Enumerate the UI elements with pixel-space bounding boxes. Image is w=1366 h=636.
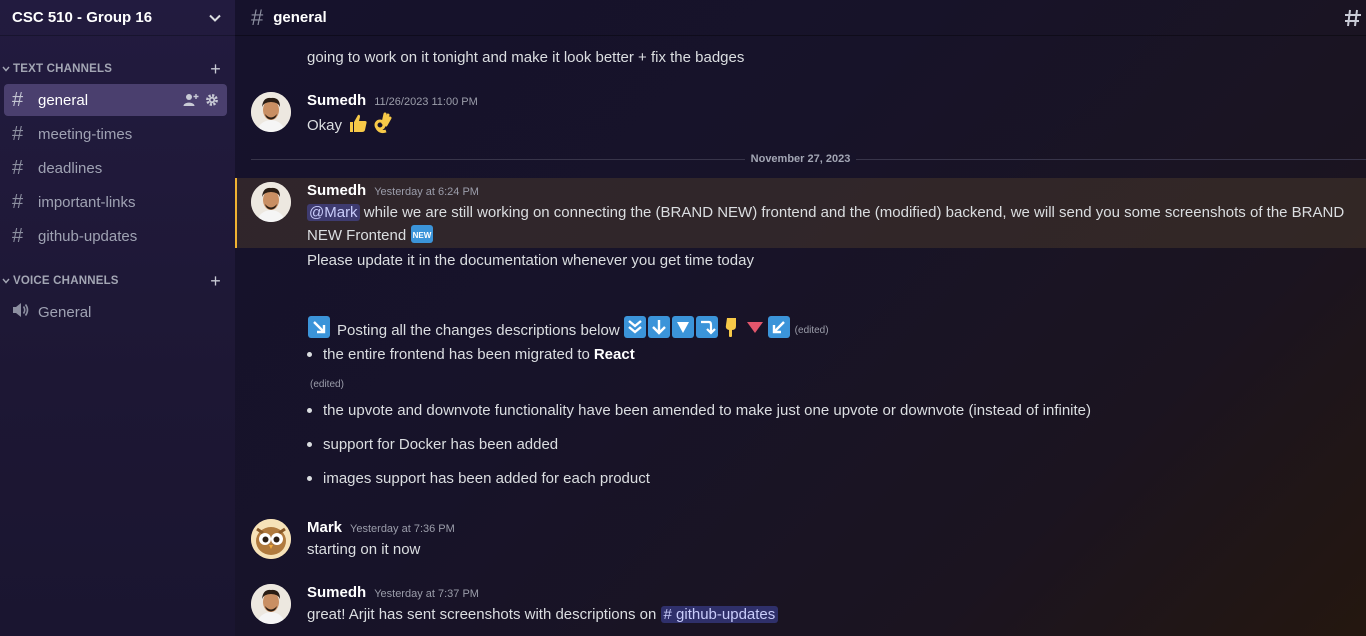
avatar[interactable] [251, 92, 291, 132]
hash-icon: # [12, 224, 24, 247]
sidebar-item-github-updates[interactable]: # github-updates [4, 220, 227, 252]
list-item: the entire frontend has been migrated to… [307, 346, 635, 363]
edited-label: (edited) [794, 324, 829, 336]
chevron-down-icon [2, 66, 10, 72]
arrow-down-left-emoji-icon[interactable] [767, 316, 790, 345]
timestamp: 11/26/2023 11:00 PM [374, 96, 478, 108]
sidebar-item-voice-general[interactable]: General [4, 296, 227, 328]
channel-label: important-links [38, 193, 136, 211]
gear-icon[interactable] [205, 93, 219, 107]
channel-label: github-updates [38, 227, 138, 245]
speaker-icon [12, 302, 34, 323]
chat-area: # general going to work on it tonight an… [235, 0, 1366, 636]
svg-text:NEW: NEW [413, 231, 432, 240]
author-name[interactable]: Sumedh [307, 92, 366, 109]
avatar[interactable] [251, 182, 291, 222]
sidebar-item-meeting-times[interactable]: # meeting-times [4, 118, 227, 150]
list-item-bold: React [593, 346, 635, 363]
category-label: TEXT CHANNELS [13, 63, 113, 75]
message-content: great! Arjit has sent screenshots with d… [307, 604, 779, 626]
thumbs-up-emoji-icon[interactable] [347, 112, 369, 141]
list-item: the upvote and downvote functionality ha… [307, 402, 1091, 419]
hash-icon: # [12, 190, 24, 213]
message-text: NEW Frontend [307, 227, 407, 244]
message-content: Okay [307, 112, 394, 141]
chevron-down-icon [2, 278, 10, 284]
timestamp: Yesterday at 7:37 PM [374, 588, 479, 600]
message-text: Posting all the changes descriptions bel… [337, 321, 620, 339]
hash-icon: # [12, 88, 24, 111]
edited-label: (edited) [310, 379, 344, 390]
hash-icon: # [12, 122, 24, 145]
message-text: going to work on it tonight and make it … [307, 49, 745, 66]
timestamp: Yesterday at 7:36 PM [350, 523, 455, 535]
avatar[interactable] [251, 519, 291, 559]
timestamp: Yesterday at 6:24 PM [374, 186, 479, 198]
channel-label: General [38, 303, 92, 321]
avatar[interactable] [251, 584, 291, 624]
list-item: images support has been added for each p… [307, 470, 650, 487]
channel-label: deadlines [38, 159, 103, 177]
user-mention[interactable]: @Mark [307, 204, 360, 221]
author-name[interactable]: Sumedh [307, 182, 366, 199]
ok-hand-emoji-icon[interactable] [371, 112, 393, 141]
bullet-dot [307, 476, 312, 481]
new-emoji-icon[interactable]: NEW [411, 224, 434, 251]
message-content: @Mark while we are still working on conn… [307, 202, 1366, 224]
message-text: starting on it now [307, 541, 421, 558]
channel-header: # general [235, 0, 1366, 36]
bullet-dot [307, 442, 312, 447]
message-author[interactable]: Mark Yesterday at 7:36 PM [307, 519, 455, 536]
chevron-down-icon[interactable] [207, 10, 223, 26]
date-divider-label: November 27, 2023 [235, 153, 1366, 165]
down-triangle-emoji-icon[interactable] [671, 316, 694, 345]
bullet-dot [307, 352, 312, 357]
message-author[interactable]: Sumedh Yesterday at 7:37 PM [307, 584, 479, 601]
sidebar-item-deadlines[interactable]: # deadlines [4, 152, 227, 184]
red-triangle-down-emoji-icon[interactable] [744, 316, 766, 345]
sidebar-item-important-links[interactable]: # important-links [4, 186, 227, 218]
pointing-down-emoji-icon[interactable] [720, 316, 742, 345]
curved-down-arrow-emoji-icon[interactable] [695, 316, 718, 345]
list-item: support for Docker has been added [307, 436, 558, 453]
create-invite-icon[interactable] [183, 93, 199, 107]
hash-icon: # [12, 156, 24, 179]
list-item-text: images support has been added for each p… [323, 470, 650, 487]
author-name[interactable]: Sumedh [307, 584, 366, 601]
category-voice-channels[interactable]: VOICE CHANNELS + [0, 272, 235, 290]
message-text: while we are still working on connecting… [359, 204, 1345, 221]
message-author[interactable]: Sumedh Yesterday at 6:24 PM [307, 182, 479, 199]
add-channel-icon[interactable]: + [210, 60, 221, 78]
threads-icon[interactable] [1344, 8, 1364, 33]
double-down-arrow-emoji-icon[interactable] [623, 316, 646, 345]
message-content: NEW Frontend NEW [307, 224, 434, 251]
category-text-channels[interactable]: TEXT CHANNELS + [0, 60, 235, 78]
bullet-dot [307, 408, 312, 413]
channel-title: general [273, 9, 327, 26]
list-item-text: the upvote and downvote functionality ha… [323, 402, 1092, 419]
category-label: VOICE CHANNELS [13, 275, 119, 287]
sidebar-item-general[interactable]: # general [4, 84, 227, 116]
add-channel-icon[interactable]: + [210, 272, 221, 290]
author-name[interactable]: Mark [307, 519, 342, 536]
server-header[interactable]: CSC 510 - Group 16 [0, 0, 235, 36]
hash-icon: # [251, 4, 264, 30]
arrow-down-right-emoji-icon[interactable] [308, 316, 330, 345]
message-content: Posting all the changes descriptions bel… [307, 316, 829, 345]
message-author[interactable]: Sumedh 11/26/2023 11:00 PM [307, 92, 478, 109]
list-item-text: support for Docker has been added [323, 436, 559, 453]
channel-sidebar: CSC 510 - Group 16 TEXT CHANNELS + # gen… [0, 0, 235, 636]
channel-label: general [38, 91, 89, 109]
down-arrow-emoji-icon[interactable] [647, 316, 670, 345]
message-text: Please update it in the documentation wh… [307, 252, 754, 269]
message-text: Okay [307, 117, 343, 134]
channel-mention[interactable]: # github-updates [660, 606, 779, 623]
channel-label: meeting-times [38, 125, 133, 143]
list-item-text: the entire frontend has been migrated to [323, 346, 590, 363]
message-text: great! Arjit has sent screenshots with d… [307, 606, 661, 623]
server-name: CSC 510 - Group 16 [12, 9, 153, 26]
